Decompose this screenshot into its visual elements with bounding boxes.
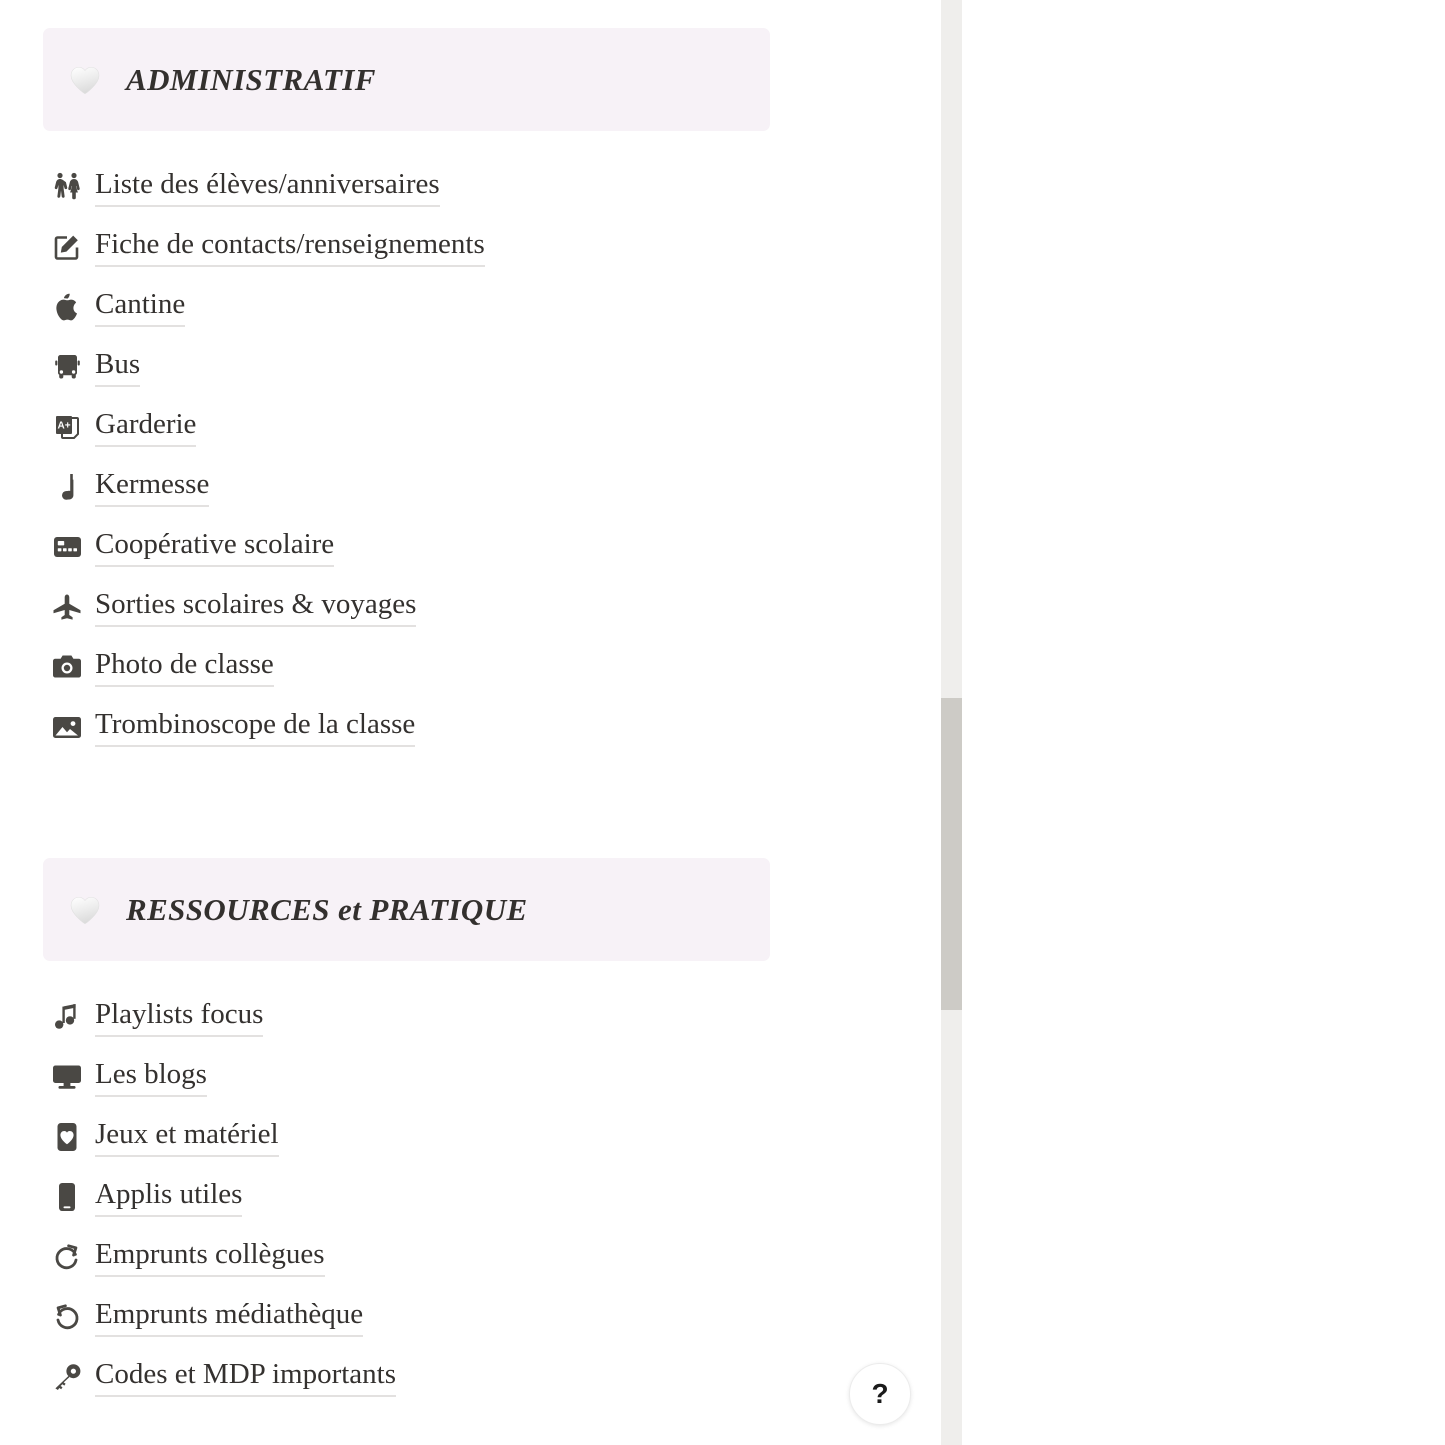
list-item-label: Coopérative scolaire — [95, 527, 335, 567]
list-item-label: Cantine — [95, 287, 186, 327]
list-item[interactable]: Emprunts médiathèque — [0, 1287, 941, 1347]
redo-arrow-icon — [51, 1241, 83, 1273]
airplane-icon — [51, 591, 83, 623]
list-item-label: Kermesse — [95, 467, 210, 507]
camera-icon — [51, 651, 83, 683]
white-heart-icon — [70, 66, 100, 94]
card-heart-icon — [51, 1121, 83, 1153]
section-header-ressources: RESSOURCES et PRATIQUE — [43, 858, 770, 961]
section-title: RESSOURCES et PRATIQUE — [126, 891, 528, 927]
list-item-label: Bus — [95, 347, 141, 387]
music-note-icon — [51, 471, 83, 503]
list-item[interactable]: Fiche de contacts/renseignements — [0, 217, 941, 277]
bus-icon — [51, 351, 83, 383]
vertical-scrollbar-track[interactable] — [941, 0, 962, 1445]
credit-card-icon — [51, 531, 83, 563]
list-item-label: Emprunts médiathèque — [95, 1297, 364, 1337]
list-item[interactable]: Bus — [0, 337, 941, 397]
list-item[interactable]: Emprunts collègues — [0, 1227, 941, 1287]
list-item[interactable]: Codes et MDP importants — [0, 1347, 941, 1407]
list-item[interactable]: Sorties scolaires & voyages — [0, 577, 941, 637]
page-root: ADMINISTRATIF Liste des élèves/anniversa… — [0, 0, 1445, 1445]
mobile-phone-icon — [51, 1181, 83, 1213]
list-item-label: Applis utiles — [95, 1177, 243, 1217]
list-item-label: Jeux et matériel — [95, 1117, 279, 1157]
image-icon — [51, 711, 83, 743]
list-item-label: Les blogs — [95, 1057, 207, 1097]
section-header-administratif: ADMINISTRATIF — [43, 28, 770, 131]
list-item[interactable]: Jeux et matériel — [0, 1107, 941, 1167]
list-item[interactable]: Coopérative scolaire — [0, 517, 941, 577]
vertical-scrollbar-thumb[interactable] — [941, 698, 962, 1010]
key-icon — [51, 1361, 83, 1393]
list-item-label: Liste des élèves/anniversaires — [95, 167, 440, 207]
list-item-label: Fiche de contacts/renseignements — [95, 227, 485, 267]
monitor-icon — [51, 1061, 83, 1093]
undo-arrow-icon — [51, 1301, 83, 1333]
list-item-label: Garderie — [95, 407, 197, 447]
link-list-administratif: Liste des élèves/anniversaires Fiche de … — [0, 157, 941, 757]
list-item[interactable]: Applis utiles — [0, 1167, 941, 1227]
list-item[interactable]: Cantine — [0, 277, 941, 337]
book-a-plus-icon: A+ — [51, 411, 83, 443]
edit-square-icon — [51, 231, 83, 263]
list-item[interactable]: A+ Garderie — [0, 397, 941, 457]
list-item-label: Playlists focus — [95, 997, 264, 1037]
help-button[interactable]: ? — [849, 1363, 911, 1425]
list-item[interactable]: Liste des élèves/anniversaires — [0, 157, 941, 217]
list-item[interactable]: Kermesse — [0, 457, 941, 517]
section-ressources-et-pratique: RESSOURCES et PRATIQUE Playlists focus L… — [0, 858, 941, 1407]
white-heart-icon — [70, 896, 100, 924]
list-item-label: Emprunts collègues — [95, 1237, 325, 1277]
list-item-label: Trombinoscope de la classe — [95, 707, 416, 747]
svg-text:A+: A+ — [57, 420, 70, 431]
list-item-label: Codes et MDP importants — [95, 1357, 397, 1397]
list-item[interactable]: Les blogs — [0, 1047, 941, 1107]
list-item-label: Sorties scolaires & voyages — [95, 587, 417, 627]
list-item[interactable]: Photo de classe — [0, 637, 941, 697]
list-item[interactable]: Playlists focus — [0, 987, 941, 1047]
people-icon — [51, 171, 83, 203]
section-administratif: ADMINISTRATIF Liste des élèves/anniversa… — [0, 28, 941, 757]
section-title: ADMINISTRATIF — [126, 61, 376, 97]
scrollable-content: ADMINISTRATIF Liste des élèves/anniversa… — [0, 0, 941, 1445]
apple-icon — [51, 291, 83, 323]
list-item-label: Photo de classe — [95, 647, 274, 687]
link-list-ressources: Playlists focus Les blogs Jeux et matéri… — [0, 987, 941, 1407]
right-gutter — [962, 0, 1445, 1445]
music-notes-icon — [51, 1001, 83, 1033]
list-item[interactable]: Trombinoscope de la classe — [0, 697, 941, 757]
